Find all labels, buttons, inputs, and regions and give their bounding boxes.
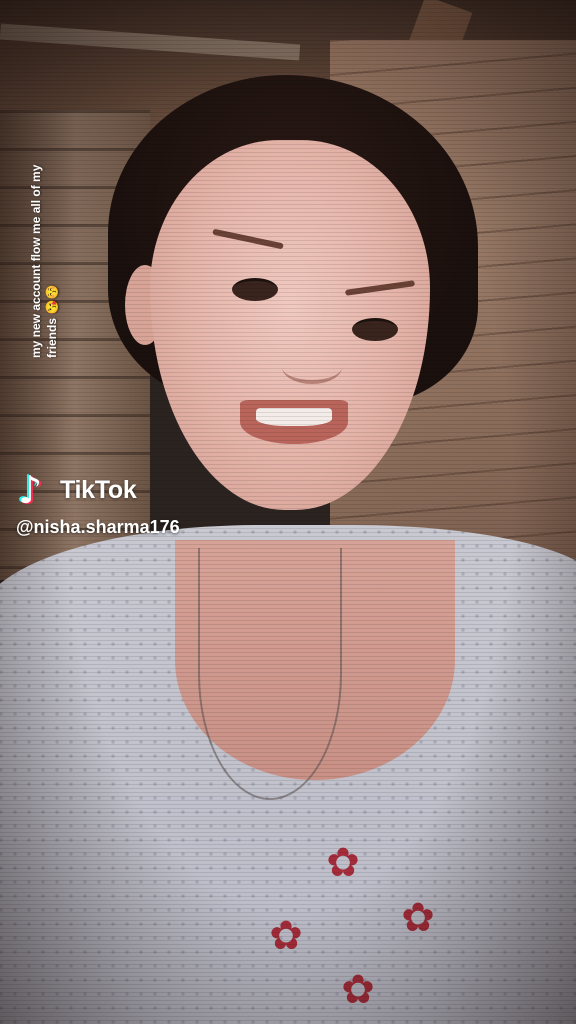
left-eye	[232, 278, 278, 301]
tiktok-brand-text: TikTok	[60, 475, 137, 504]
right-eye	[352, 318, 398, 341]
video-frame[interactable]: ✿ ✿ ✿ ✿ my new account flow me all of my…	[0, 0, 576, 1024]
flower-embroidery-icon: ✿	[326, 841, 360, 885]
video-caption: my new account flow me all of my friends…	[29, 164, 59, 358]
nose	[282, 350, 342, 384]
tiktok-note-icon: ♪ ♪ ♪	[16, 467, 45, 513]
creator-username[interactable]: @nisha.sharma176	[16, 517, 180, 538]
flower-embroidery-icon: ✿	[401, 896, 435, 940]
teeth	[256, 408, 332, 426]
flower-embroidery-icon: ✿	[341, 968, 375, 1012]
tiktok-watermark: ♪ ♪ ♪ TikTok	[16, 467, 137, 513]
flower-embroidery-icon: ✿	[269, 914, 303, 958]
